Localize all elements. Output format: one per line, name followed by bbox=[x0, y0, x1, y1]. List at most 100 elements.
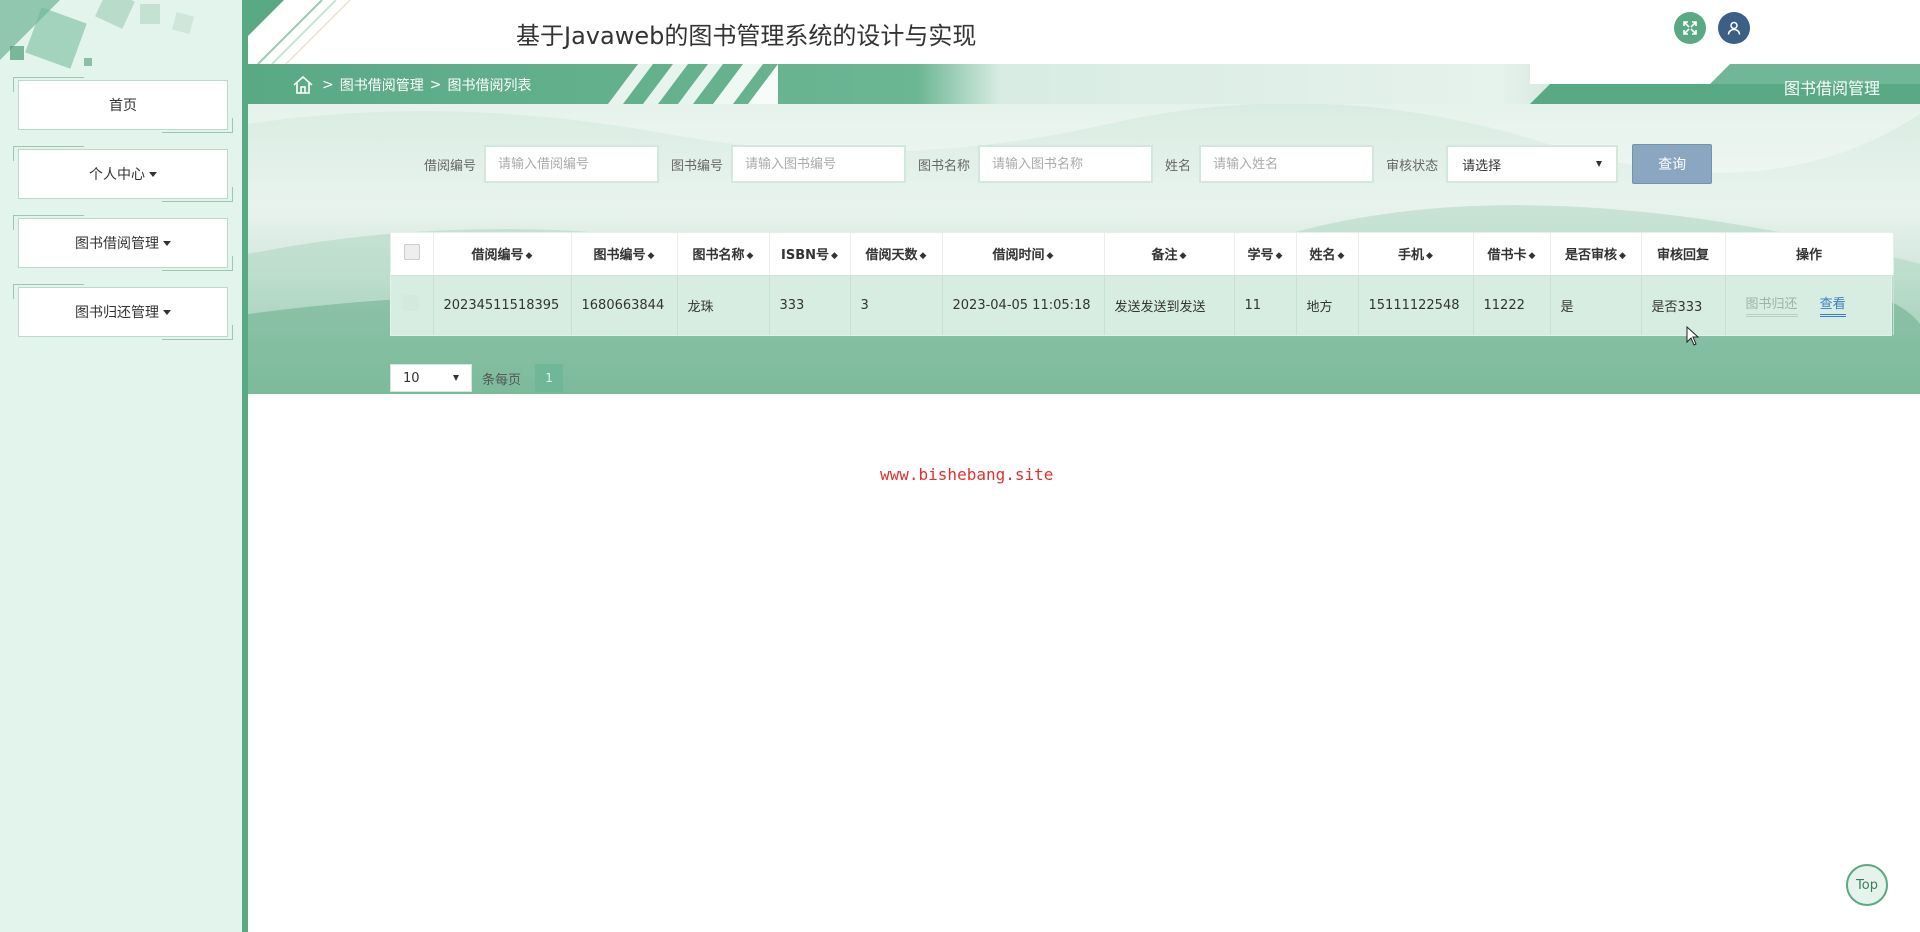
search-form: 借阅编号 图书编号 图书名称 姓名 审核状态 请选择 查询 bbox=[424, 144, 1713, 184]
column-header[interactable]: 姓名 ◆ bbox=[1296, 233, 1359, 276]
fullscreen-icon bbox=[1683, 21, 1697, 35]
name-label: 姓名 bbox=[1165, 158, 1192, 174]
book-name-label: 图书名称 bbox=[918, 158, 971, 174]
book-name-input[interactable] bbox=[978, 145, 1154, 183]
select-all-cell bbox=[391, 233, 434, 276]
column-header[interactable]: 图书编号 ◆ bbox=[571, 233, 678, 276]
table-cell: 15111122548 bbox=[1358, 275, 1474, 335]
table-cell: 是 bbox=[1550, 275, 1642, 335]
review-status-select[interactable]: 请选择 bbox=[1446, 145, 1619, 183]
watermark-text: www.bishebang.site bbox=[880, 465, 1054, 484]
sidebar-item-borrow-management[interactable]: 图书借阅管理 bbox=[13, 215, 233, 271]
column-header[interactable]: 借阅天数 ◆ bbox=[850, 233, 943, 276]
table-cell: 地方 bbox=[1296, 275, 1359, 335]
table-cell: 3 bbox=[850, 275, 943, 335]
column-header: 审核回复 bbox=[1641, 233, 1726, 276]
table-cell: 龙珠 bbox=[677, 275, 770, 335]
row-select-cell bbox=[391, 275, 434, 335]
sort-icon: ◆ bbox=[1426, 250, 1433, 261]
caret-down-icon bbox=[149, 171, 157, 177]
column-header[interactable]: 借阅时间 ◆ bbox=[942, 233, 1105, 276]
borrow-no-label: 借阅编号 bbox=[424, 158, 477, 174]
breadcrumb-item-current: 图书借阅列表 bbox=[447, 78, 532, 94]
header-decoration bbox=[248, 0, 351, 64]
breadcrumb: > 图书借阅管理 > 图书借阅列表 bbox=[292, 75, 537, 95]
breadcrumb-item[interactable]: 图书借阅管理 bbox=[340, 75, 424, 95]
review-status-label: 审核状态 bbox=[1386, 158, 1439, 174]
actions-cell: 图书归还 查看 bbox=[1725, 275, 1894, 335]
header: 基于Javaweb的图书管理系统的设计与实现 bbox=[248, 0, 1920, 64]
fullscreen-button[interactable] bbox=[1674, 12, 1706, 44]
sidebar-item-label: 图书归还管理 bbox=[75, 305, 159, 321]
page-number-button[interactable]: 1 bbox=[535, 364, 564, 392]
column-header[interactable]: 图书名称 ◆ bbox=[677, 233, 770, 276]
sidebar: 首页 个人中心 图书借阅管理 图书归还管理 bbox=[0, 0, 248, 932]
table-cell: 20234511518395 bbox=[433, 275, 572, 335]
sort-icon: ◆ bbox=[525, 250, 533, 261]
user-button[interactable] bbox=[1718, 12, 1750, 44]
table-cell: 333 bbox=[769, 275, 851, 335]
sidebar-item-home[interactable]: 首页 bbox=[13, 77, 233, 133]
return-book-link[interactable]: 图书归还 bbox=[1745, 293, 1798, 318]
borrow-no-input[interactable] bbox=[484, 145, 660, 183]
dropdown-arrow-icon bbox=[453, 375, 459, 381]
sort-icon: ◆ bbox=[1337, 250, 1345, 261]
table-cell: 2023-04-05 11:05:18 bbox=[942, 275, 1105, 335]
column-header[interactable]: 学号 ◆ bbox=[1234, 233, 1297, 276]
sort-icon: ◆ bbox=[1528, 250, 1536, 261]
row-checkbox[interactable] bbox=[403, 295, 419, 312]
sidebar-item-label: 个人中心 bbox=[89, 167, 145, 183]
column-header: 操作 bbox=[1725, 233, 1894, 276]
sort-icon: ◆ bbox=[1179, 250, 1187, 261]
site-title: 基于Javaweb的图书管理系统的设计与实现 bbox=[516, 22, 977, 50]
user-icon bbox=[1727, 21, 1741, 35]
table-cell: 是否333 bbox=[1641, 275, 1726, 335]
book-no-label: 图书编号 bbox=[671, 158, 724, 174]
sidebar-item-label: 首页 bbox=[109, 98, 137, 114]
sort-icon: ◆ bbox=[647, 250, 655, 261]
table-cell: 发送发送到发送 bbox=[1104, 275, 1235, 335]
sort-icon: ◆ bbox=[831, 250, 838, 261]
sidebar-item-label: 图书借阅管理 bbox=[75, 236, 159, 252]
sort-icon: ◆ bbox=[746, 250, 754, 261]
breadcrumb-separator: > bbox=[322, 77, 334, 93]
view-link[interactable]: 查看 bbox=[1819, 293, 1846, 318]
table-cell: 11222 bbox=[1473, 275, 1551, 335]
column-header[interactable]: 借书卡 ◆ bbox=[1473, 233, 1551, 276]
dropdown-arrow-icon bbox=[1596, 161, 1603, 167]
page-section-title: 图书借阅管理 bbox=[1783, 79, 1880, 98]
pagination: 10 条每页 1 bbox=[390, 364, 564, 392]
table-cell: 11 bbox=[1234, 275, 1297, 335]
breadcrumb-separator: > bbox=[429, 77, 442, 93]
caret-down-icon bbox=[163, 309, 171, 315]
breadcrumb-decoration bbox=[608, 64, 778, 104]
column-header[interactable]: ISBN号 ◆ bbox=[769, 233, 851, 276]
column-header[interactable]: 借阅编号 ◆ bbox=[433, 233, 572, 276]
per-page-label: 条每页 bbox=[482, 372, 522, 388]
page-size-select[interactable]: 10 bbox=[390, 364, 472, 392]
sidebar-item-return-management[interactable]: 图书归还管理 bbox=[13, 284, 233, 340]
table-row: 20234511518395 1680663844 龙珠 333 3 2023-… bbox=[391, 275, 1894, 335]
column-header[interactable]: 是否审核 ◆ bbox=[1550, 233, 1642, 276]
back-to-top-button[interactable]: Top bbox=[1846, 864, 1888, 906]
borrow-table: 借阅编号 ◆ 图书编号 ◆ 图书名称 ◆ ISBN号 ◆ 借阅天数 ◆ 借阅时间 ◆ 备注 ◆… bbox=[390, 232, 1894, 336]
select-all-checkbox[interactable] bbox=[403, 243, 420, 260]
name-input[interactable] bbox=[1199, 145, 1375, 183]
column-header[interactable]: 手机 ◆ bbox=[1358, 233, 1474, 276]
page-size-value: 10 bbox=[403, 370, 420, 386]
query-button[interactable]: 查询 bbox=[1632, 144, 1713, 184]
table-header-row: 借阅编号 ◆ 图书编号 ◆ 图书名称 ◆ ISBN号 ◆ 借阅天数 ◆ 借阅时间 ◆ 备注 ◆… bbox=[391, 233, 1894, 276]
sort-icon: ◆ bbox=[1619, 250, 1626, 261]
column-header[interactable]: 备注 ◆ bbox=[1104, 233, 1235, 276]
home-icon[interactable] bbox=[292, 75, 314, 95]
mouse-cursor-icon bbox=[1686, 326, 1700, 346]
review-status-value: 请选择 bbox=[1462, 158, 1502, 174]
caret-down-icon bbox=[163, 240, 171, 246]
sort-icon: ◆ bbox=[1275, 250, 1283, 261]
sidebar-item-personal-center[interactable]: 个人中心 bbox=[13, 146, 233, 202]
sort-icon: ◆ bbox=[919, 250, 927, 261]
book-no-input[interactable] bbox=[731, 145, 907, 183]
table-cell: 1680663844 bbox=[571, 275, 678, 335]
sort-icon: ◆ bbox=[1046, 250, 1054, 261]
breadcrumb-bar: > 图书借阅管理 > 图书借阅列表 图书借阅管理 bbox=[248, 64, 1920, 104]
